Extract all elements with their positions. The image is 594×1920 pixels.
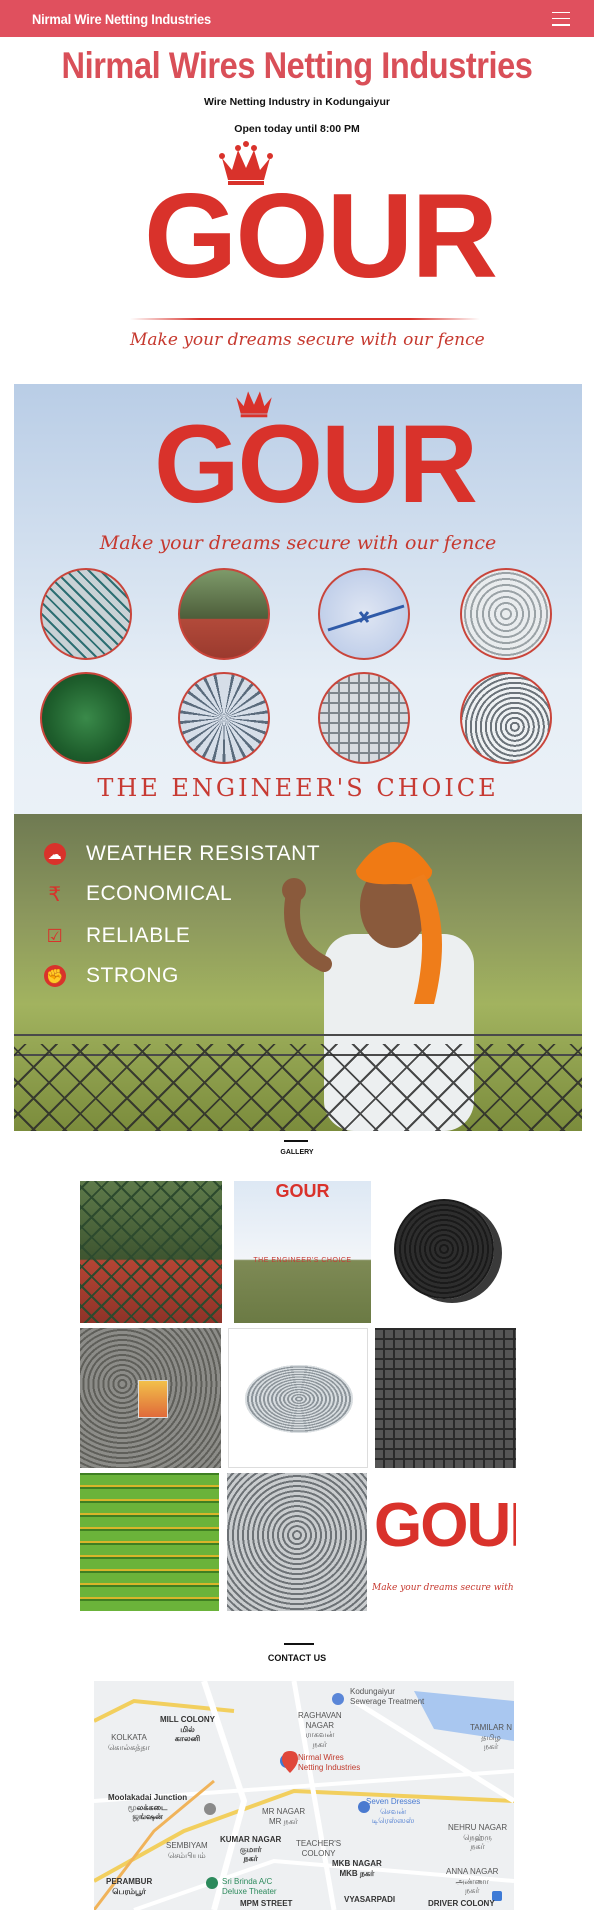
map-label: TEACHER'S COLONY — [296, 1839, 342, 1858]
contact-heading-rule — [284, 1643, 314, 1645]
gallery-heading-rule — [284, 1140, 308, 1142]
map-label: DRIVER COLONY — [428, 1899, 495, 1908]
hamburger-menu-icon[interactable] — [552, 11, 570, 26]
divider-line — [130, 318, 480, 320]
contact-heading: CONTACT US — [267, 1653, 327, 1663]
map-label: MR NAGAR MR நகர் — [262, 1807, 306, 1826]
poster-slogan: THE ENGINEER'S CHOICE — [253, 1257, 352, 1264]
gallery-item-gour-logo[interactable]: GOUR Make your dreams secure with our fe… — [372, 1473, 516, 1611]
business-category: Wire Netting Industry in Kodungaiyur — [204, 96, 390, 108]
navbar-brand[interactable]: Nirmal Wire Netting Industries — [32, 11, 211, 27]
map-label: PERAMBUR பெரம்பூர் — [106, 1877, 153, 1896]
banner-gour-wordmark: GOUR — [154, 403, 478, 526]
gour-wordmark: GOUR — [144, 169, 498, 303]
feature-label: RELIABLE — [86, 924, 191, 947]
product-circle-concertina-wire — [178, 672, 270, 764]
map-label: NEHRU NAGAR நெஹ்ரு நகர் — [448, 1823, 508, 1852]
map-label: RAGHAVAN NAGAR ராகவன் நகர் — [298, 1711, 342, 1749]
map-label: KOLKATA கொல்கத்தா — [108, 1733, 150, 1752]
map-pin-label[interactable]: Nirmal Wires Netting Industries — [298, 1753, 360, 1772]
rupee-icon: ₹ — [48, 883, 62, 906]
cloud-icon: ☁ — [44, 843, 66, 865]
page-title: Nirmal Wires Netting Industries — [61, 45, 533, 86]
product-circle-welded-mesh — [318, 672, 410, 764]
gallery-item-gi-wire-coil[interactable] — [228, 1328, 368, 1468]
map-label: MILL COLONY மில் காலனி — [160, 1715, 215, 1744]
poster-wordmark: GOUR — [275, 1181, 330, 1201]
logo-tagline: Make your dreams secure with our fence — [130, 330, 485, 350]
map-label: VYASARPADI — [344, 1895, 396, 1904]
product-circle-barbed-wire — [318, 568, 410, 660]
gallery-heading: GALLERY — [280, 1149, 314, 1156]
map-label: SEMBIYAM செம்பியம் — [166, 1841, 208, 1860]
strength-icon: ✊ — [44, 965, 66, 987]
gour-logo: GOUR Make your dreams secure with our fe… — [130, 140, 498, 360]
map-label: MKB NAGAR MKB நகர் — [332, 1859, 382, 1878]
product-circle-pvc-coated-wire — [40, 672, 132, 764]
barbed-wire-strand — [14, 1034, 582, 1036]
product-circle-hexagonal-mesh — [460, 568, 552, 660]
map-label: ANNA NAGAR அண்ணா நகர் — [446, 1867, 499, 1896]
gour-logo-tagline: Make your dreams secure with our fence — [372, 1583, 516, 1593]
gallery-item-barbed-wire-rolls[interactable] — [227, 1473, 367, 1611]
location-map[interactable]: Nirmal Wires Netting Industries Kodungai… — [94, 1681, 514, 1910]
feature-strong: ✊ STRONG — [44, 964, 179, 988]
gallery-item-welded-mesh-rolls[interactable] — [375, 1328, 516, 1468]
map-label: Kodungaiyur Sewerage Treatment — [350, 1687, 425, 1706]
gallery-item-gour-poster[interactable]: GOUR THE ENGINEER'S CHOICE — [234, 1181, 371, 1323]
top-navbar: Nirmal Wire Netting Industries — [0, 0, 594, 37]
gour-logo-wordmark: GOUR — [374, 1491, 516, 1560]
feature-economical: ₹ ECONOMICAL — [44, 882, 232, 906]
feature-label: ECONOMICAL — [86, 882, 233, 905]
feature-reliable: ☑ RELIABLE — [44, 924, 190, 948]
product-circle-chain-link-mesh — [40, 568, 132, 660]
banner-tagline: Make your dreams secure with our fence — [99, 532, 497, 554]
gallery-item-chain-link-fence[interactable] — [80, 1181, 222, 1323]
opening-hours: Open today until 8:00 PM — [234, 123, 360, 135]
map-label: KUMAR NAGAR குமார் நகர் — [220, 1835, 282, 1864]
map-label: Moolakadai Junction மூலக்கடை ஜங்ஷன் — [108, 1793, 188, 1822]
feature-label: WEATHER RESISTANT — [86, 842, 321, 865]
gallery-item-green-pvc-wire[interactable] — [80, 1473, 219, 1611]
map-label: Seven Dresses செவன் டிரெஸ்ஸஸ் — [366, 1797, 421, 1826]
gallery-item-black-wire-coil[interactable] — [376, 1181, 516, 1323]
map-label: TAMILAR N தமிழ நகர் — [470, 1723, 513, 1752]
checklist-icon: ☑ — [46, 925, 64, 946]
map-label: Sri Brinda A/C Deluxe Theater — [222, 1877, 277, 1896]
product-circle-gi-wire-coil — [460, 672, 552, 764]
product-label — [138, 1380, 168, 1418]
feature-label: STRONG — [86, 964, 179, 987]
product-circle-chain-link-fence — [178, 568, 270, 660]
hero-banner: GOUR Make your dreams secure with our fe… — [14, 384, 582, 1131]
feature-weather-resistant: ☁ WEATHER RESISTANT — [44, 842, 320, 866]
banner-slogan: THE ENGINEER'S CHOICE — [97, 774, 499, 802]
map-label: MPM STREET — [240, 1899, 293, 1908]
chain-link-fence-overlay — [14, 1044, 582, 1131]
gallery-item-hexagonal-mesh-rolls[interactable] — [80, 1328, 221, 1468]
